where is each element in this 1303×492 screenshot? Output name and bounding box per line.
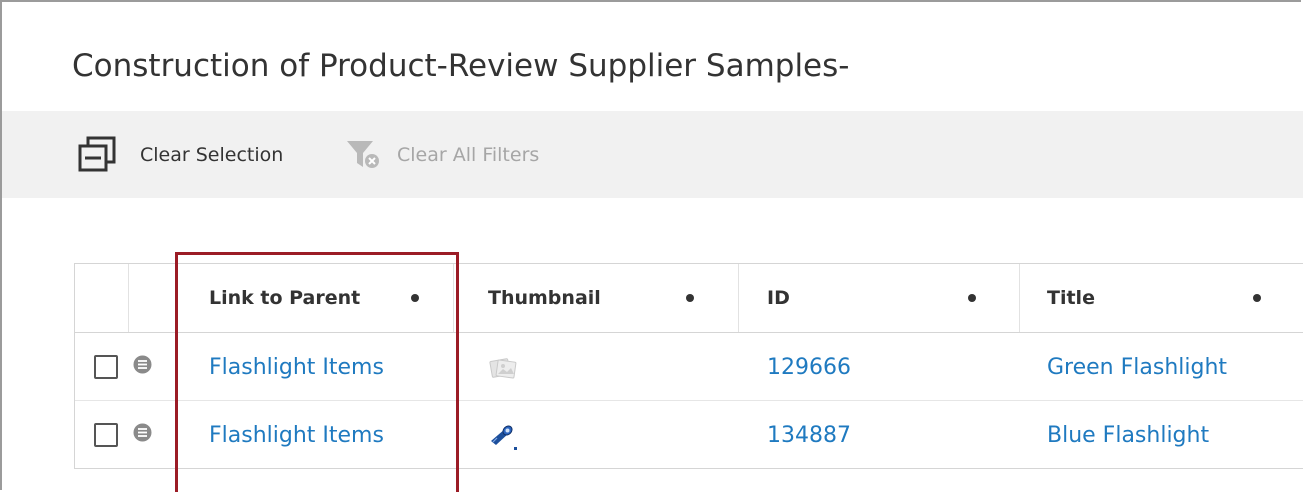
page-title: Construction of Product-Review Supplier …: [72, 48, 850, 84]
column-separator: [1019, 264, 1020, 332]
column-header-title[interactable]: Title: [1047, 264, 1095, 332]
table-row[interactable]: Flashlight Items 134887 Blue Flashlight: [75, 401, 1303, 469]
blue-flashlight-image[interactable]: [488, 421, 518, 451]
filter-clear-icon: [347, 140, 379, 168]
title-link[interactable]: Blue Flashlight: [1047, 423, 1209, 448]
cell-title: Blue Flashlight: [1047, 401, 1209, 469]
parent-link[interactable]: Flashlight Items: [209, 423, 384, 448]
row-menu-icon[interactable]: [133, 423, 152, 442]
column-separator: [738, 264, 739, 332]
column-header-label: Thumbnail: [488, 287, 601, 309]
clear-selection-button[interactable]: Clear Selection: [76, 111, 283, 198]
column-menu-dot-icon[interactable]: [411, 294, 419, 302]
row-menu-icon[interactable]: [133, 355, 152, 374]
column-menu-dot-icon[interactable]: [968, 294, 976, 302]
parent-link[interactable]: Flashlight Items: [209, 355, 384, 380]
cell-link-to-parent: Flashlight Items: [209, 401, 384, 469]
column-separator: [128, 264, 129, 332]
id-link[interactable]: 129666: [767, 355, 851, 380]
column-menu-dot-icon[interactable]: [1253, 294, 1261, 302]
column-header-label: Link to Parent: [209, 287, 361, 309]
cell-id: 134887: [767, 401, 851, 469]
column-header-thumbnail[interactable]: Thumbnail: [488, 264, 601, 332]
data-grid: Link to Parent Thumbnail ID Title Flashl…: [74, 263, 1303, 469]
placeholder-image-icon[interactable]: [488, 353, 518, 383]
column-header-id[interactable]: ID: [767, 264, 790, 332]
clear-all-filters-label: Clear All Filters: [397, 143, 540, 166]
grid-header: Link to Parent Thumbnail ID Title: [75, 264, 1303, 333]
clear-selection-label: Clear Selection: [140, 143, 284, 166]
toolbar: Clear Selection Clear All Filters: [2, 111, 1303, 198]
table-row[interactable]: Flashlight Items 129666 Green Flashlight: [75, 333, 1303, 401]
column-menu-dot-icon[interactable]: [686, 294, 694, 302]
clear-all-filters-button[interactable]: Clear All Filters: [345, 111, 539, 198]
id-link[interactable]: 134887: [767, 423, 851, 448]
column-header-label: ID: [767, 287, 790, 309]
cell-title: Green Flashlight: [1047, 333, 1227, 401]
cell-link-to-parent: Flashlight Items: [209, 333, 384, 401]
column-separator: [453, 264, 454, 332]
title-link[interactable]: Green Flashlight: [1047, 355, 1227, 380]
column-header-link-to-parent[interactable]: Link to Parent: [209, 264, 360, 332]
row-checkbox[interactable]: [94, 423, 118, 447]
column-header-label: Title: [1047, 287, 1095, 309]
clear-selection-icon: [78, 136, 116, 171]
cell-id: 129666: [767, 333, 851, 401]
row-checkbox[interactable]: [94, 355, 118, 379]
